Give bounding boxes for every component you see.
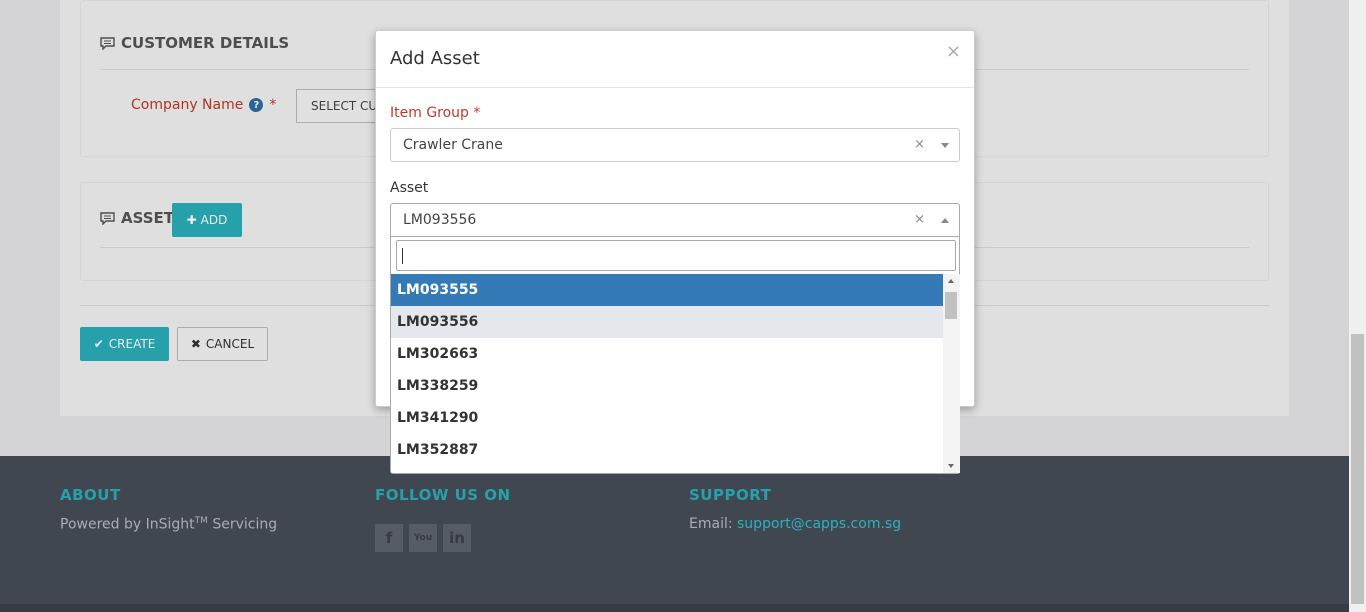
clear-icon[interactable]: × <box>914 137 925 152</box>
item-group-value: Crawler Crane <box>403 137 503 153</box>
asset-dropdown: LM093555 LM093556 LM302663 LM338259 LM34… <box>390 237 960 474</box>
dropdown-option[interactable]: LM302663 <box>391 338 943 370</box>
dropdown-option[interactable]: LM093555 <box>391 274 943 306</box>
modal-header: Add Asset × <box>376 31 974 88</box>
dropdown-options: LM093555 LM093556 LM302663 LM338259 LM34… <box>391 274 943 474</box>
text-cursor <box>402 248 403 264</box>
clear-icon[interactable]: × <box>914 212 925 227</box>
item-group-label-text: Item Group <box>390 105 469 121</box>
dropdown-option[interactable]: LM341290 <box>391 402 943 434</box>
dropdown-option[interactable]: LM352887 <box>391 434 943 466</box>
dropdown-option[interactable]: LM093556 <box>391 306 943 338</box>
modal-title: Add Asset <box>390 48 480 69</box>
dropdown-search-input[interactable] <box>396 240 956 271</box>
modal-close-icon[interactable]: × <box>946 41 961 62</box>
page-scrollbar[interactable] <box>1349 0 1366 612</box>
page-scroll-thumb[interactable] <box>1351 334 1364 604</box>
dropdown-scrollbar[interactable] <box>943 274 960 473</box>
asset-value: LM093556 <box>403 212 477 228</box>
dropdown-option[interactable]: LM338259 <box>391 370 943 402</box>
chevron-up-icon[interactable] <box>941 218 949 223</box>
dropdown-scroll-thumb[interactable] <box>945 292 957 319</box>
scroll-up-arrow-icon[interactable] <box>948 279 954 283</box>
scroll-down-arrow-icon[interactable] <box>948 464 954 468</box>
chevron-down-icon[interactable] <box>941 143 949 148</box>
asset-label: Asset <box>390 180 429 196</box>
required-mark: * <box>473 105 481 121</box>
asset-select[interactable]: LM093556 × <box>390 203 960 237</box>
item-group-label: Item Group * <box>390 105 480 121</box>
item-group-select[interactable]: Crawler Crane × <box>390 128 960 162</box>
